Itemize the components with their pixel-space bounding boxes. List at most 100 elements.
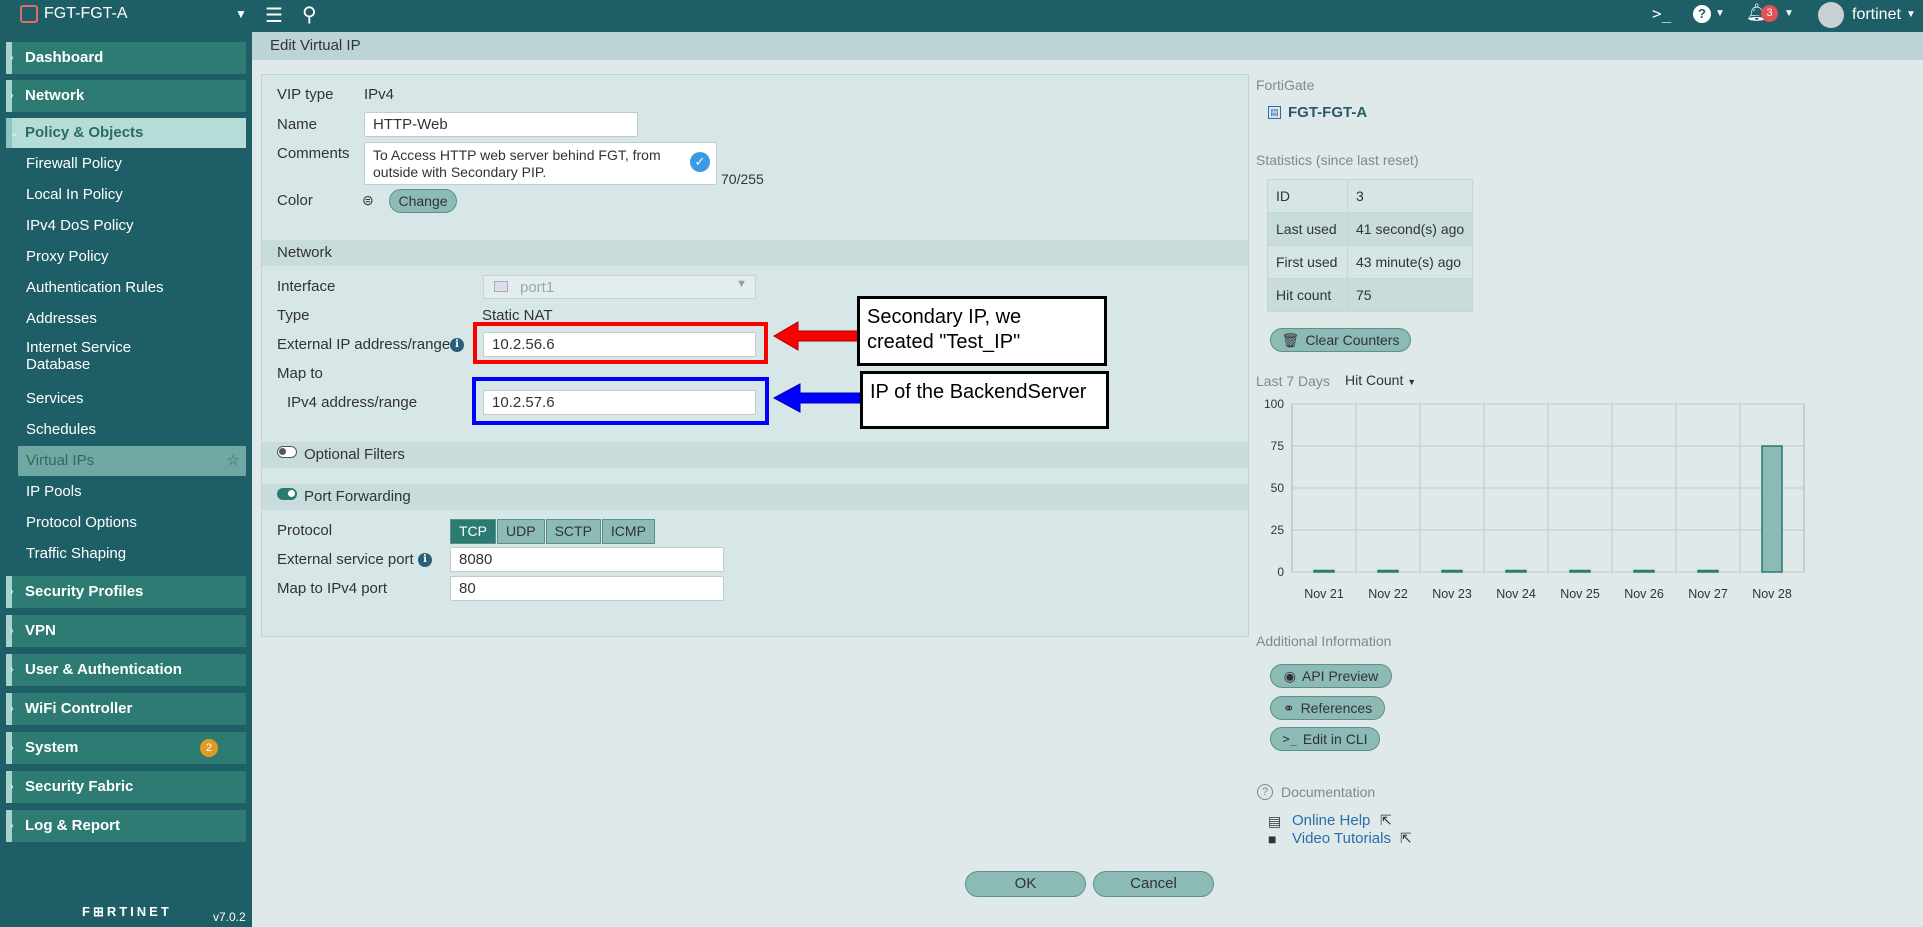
protocol-tcp[interactable]: TCP — [450, 519, 496, 544]
ok-button[interactable]: OK — [965, 871, 1086, 897]
chevron-down-icon[interactable]: ▼ — [1715, 8, 1725, 19]
sidebar-item-services[interactable]: Services — [18, 384, 246, 414]
documentation-title: Documentation — [1281, 784, 1376, 800]
map-port-label: Map to IPv4 port — [277, 580, 388, 597]
cli-console-icon[interactable]: >_ — [1652, 4, 1671, 23]
chevron-down-icon: ▼ — [736, 278, 747, 290]
sidebar-section-security-fabric[interactable]: › Security Fabric — [6, 771, 246, 803]
avatar[interactable] — [1818, 2, 1844, 28]
external-port-input[interactable]: 8080 — [450, 547, 724, 572]
info-icon[interactable]: i — [418, 553, 432, 567]
chevron-right-icon: › — [10, 625, 14, 637]
star-icon[interactable]: ☆ — [227, 446, 240, 476]
references-button[interactable]: ⚭ References — [1270, 696, 1385, 720]
interface-select[interactable]: port1 ▼ — [483, 275, 756, 299]
table-row: First used 43 minute(s) ago — [1267, 245, 1473, 279]
chevron-down-icon[interactable]: ▼ — [1906, 9, 1916, 20]
blue-arrow — [772, 383, 861, 413]
cancel-button[interactable]: Cancel — [1093, 871, 1214, 897]
sidebar-section-security-profiles[interactable]: › Security Profiles — [6, 576, 246, 608]
stat-value: 41 second(s) ago — [1347, 212, 1473, 246]
chevron-down-icon[interactable]: ▼ — [235, 7, 247, 21]
chevron-right-icon: › — [10, 52, 14, 64]
protocol-label: Protocol — [277, 522, 333, 539]
callout-text-line1: Secondary IP, we — [867, 306, 1022, 328]
fortigate-device-name[interactable]: FGT-FGT-A — [1288, 104, 1367, 121]
sidebar-item-schedules[interactable]: Schedules — [18, 415, 246, 445]
sidebar-item-ip-pools[interactable]: IP Pools — [18, 477, 246, 507]
sidebar-section-wifi-controller[interactable]: › WiFi Controller — [6, 693, 246, 725]
sidebar-item-internet-service-database[interactable]: Internet Service Database — [18, 337, 168, 375]
sidebar-item-virtual-ips[interactable]: Virtual IPs ☆ — [18, 446, 246, 476]
sidebar-item-authentication-rules[interactable]: Authentication Rules — [18, 273, 246, 303]
hit-count-dropdown[interactable]: Hit Count ▼ — [1345, 372, 1416, 388]
fortigate-label: FortiGate — [1256, 77, 1315, 93]
sidebar-item-proxy-policy[interactable]: Proxy Policy — [18, 242, 246, 272]
sidebar-section-user-authentication[interactable]: › User & Authentication — [6, 654, 246, 686]
interface-value: port1 — [520, 278, 555, 296]
map-to-label: Map to — [277, 365, 323, 382]
chart-bar — [1697, 569, 1719, 573]
search-icon[interactable]: ⚲ — [302, 2, 317, 27]
hamburger-menu-icon[interactable]: ☰ — [265, 3, 283, 28]
external-link-icon[interactable]: ⇱ — [1400, 830, 1412, 847]
chart-bar — [1505, 569, 1527, 573]
sidebar-item-protocol-options[interactable]: Protocol Options — [18, 508, 246, 538]
protocol-icmp[interactable]: ICMP — [601, 519, 655, 544]
edit-in-cli-button[interactable]: >_ Edit in CLI — [1270, 727, 1380, 751]
comments-textarea[interactable]: To Access HTTP web server behind FGT, fr… — [364, 142, 717, 185]
sidebar-section-label: Dashboard — [25, 49, 104, 66]
device-selector[interactable]: FGT-FGT-A — [20, 5, 128, 23]
external-link-icon[interactable]: ⇱ — [1380, 812, 1392, 829]
chevron-right-icon: › — [10, 90, 14, 102]
chart-bar — [1377, 569, 1399, 573]
map-port-input[interactable]: 80 — [450, 576, 724, 601]
sidebar-item-ipv4-dos-policy[interactable]: IPv4 DoS Policy — [18, 211, 246, 241]
clear-counters-button[interactable]: 🗑︎ Clear Counters — [1270, 328, 1411, 352]
chart-x-tick-label: Nov 28 — [1752, 587, 1792, 601]
help-icon[interactable]: ? — [1693, 5, 1711, 23]
stat-value: 3 — [1347, 179, 1473, 213]
sidebar-section-vpn[interactable]: › VPN — [6, 615, 246, 647]
port-icon — [494, 281, 508, 292]
sidebar-section-system[interactable]: › System 2 — [6, 732, 246, 764]
change-color-button[interactable]: Change — [389, 189, 457, 213]
interface-label: Interface — [277, 278, 336, 295]
sidebar-section-log-report[interactable]: › Log & Report — [6, 810, 246, 842]
port-forwarding-section[interactable]: Port Forwarding — [262, 484, 1248, 510]
optional-filters-toggle[interactable] — [277, 446, 297, 458]
protocol-udp[interactable]: UDP — [497, 519, 545, 544]
sidebar-section-dashboard[interactable]: › Dashboard — [6, 42, 246, 74]
color-label: Color — [277, 192, 313, 209]
fortigate-logo-icon — [20, 5, 38, 23]
chart-bar — [1761, 445, 1783, 573]
port-forwarding-label: Port Forwarding — [304, 488, 411, 505]
sidebar-section-label: Log & Report — [25, 817, 120, 834]
chevron-right-icon: › — [10, 820, 14, 832]
external-ip-label: External IP address/range — [277, 336, 451, 353]
api-preview-button[interactable]: ◉ API Preview — [1270, 664, 1392, 688]
info-icon[interactable]: i — [450, 338, 464, 352]
sidebar-section-network[interactable]: › Network — [6, 80, 246, 112]
version-label: v7.0.2 — [213, 910, 246, 924]
port-forwarding-toggle[interactable] — [277, 488, 297, 500]
protocol-sctp[interactable]: SCTP — [545, 519, 601, 544]
sidebar-item-addresses[interactable]: Addresses — [18, 304, 246, 334]
check-icon: ✓ — [690, 152, 710, 172]
username[interactable]: fortinet — [1852, 6, 1901, 24]
sidebar-item-local-in-policy[interactable]: Local In Policy — [18, 180, 246, 210]
palette-icon: ⊜ — [362, 192, 374, 208]
optional-filters-section[interactable]: Optional Filters — [262, 442, 1248, 468]
sidebar-item-firewall-policy[interactable]: Firewall Policy — [18, 149, 246, 179]
online-help-link[interactable]: Online Help — [1292, 812, 1370, 829]
sidebar-section-label: Security Fabric — [25, 778, 134, 795]
sidebar-item-traffic-shaping[interactable]: Traffic Shaping — [18, 539, 246, 569]
video-tutorials-link[interactable]: Video Tutorials — [1292, 830, 1391, 847]
name-input[interactable]: HTTP-Web — [364, 112, 638, 137]
chevron-down-icon[interactable]: ▼ — [1784, 8, 1794, 19]
page-title: Edit Virtual IP — [252, 32, 1923, 60]
sidebar-section-policy-objects[interactable]: ⌄ Policy & Objects — [6, 118, 246, 148]
chevron-down-icon: ▼ — [1407, 377, 1417, 387]
chevron-right-icon: › — [10, 781, 14, 793]
notification-badge: 3 — [1761, 5, 1778, 22]
